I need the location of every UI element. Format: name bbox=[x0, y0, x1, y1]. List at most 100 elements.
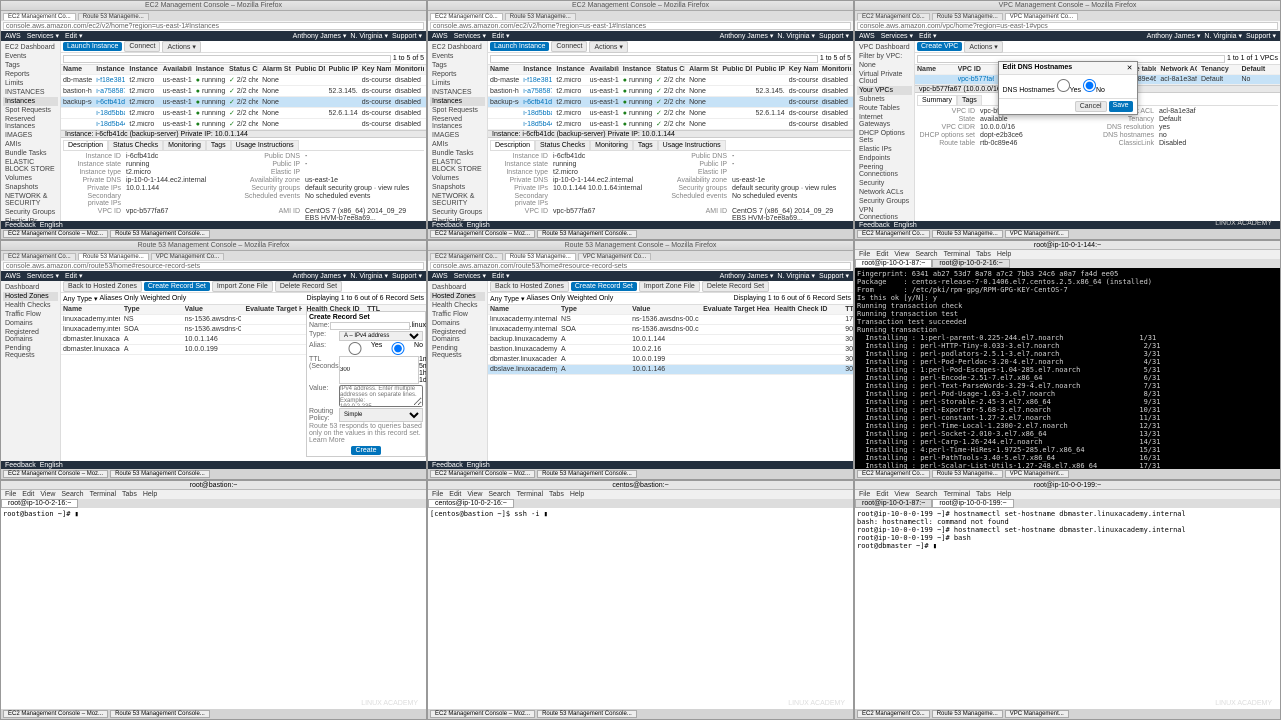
lang-menu[interactable]: English bbox=[467, 462, 490, 469]
sidebar-item[interactable]: Registered Domains bbox=[430, 328, 485, 344]
detail-tab[interactable]: Status Checks bbox=[108, 140, 163, 150]
edit-menu[interactable]: Edit ▾ bbox=[919, 32, 937, 40]
aws-logo[interactable]: AWS bbox=[432, 33, 448, 40]
term-tab-2[interactable]: root@ip-10-0-2-16:~ bbox=[932, 259, 1009, 268]
region-menu[interactable]: N. Virginia ▾ bbox=[1204, 32, 1242, 40]
import-button[interactable]: Import Zone File bbox=[639, 281, 700, 292]
sidebar-item[interactable]: Snapshots bbox=[3, 183, 58, 192]
save-button[interactable]: Save bbox=[1109, 101, 1133, 112]
taskbar-item[interactable]: EC2 Management Console – Moz... bbox=[430, 230, 535, 238]
user-menu[interactable]: Anthony James ▾ bbox=[720, 32, 774, 40]
tab-ec2[interactable]: EC2 Management Co... bbox=[3, 13, 76, 20]
sidebar-item[interactable]: Tags bbox=[3, 61, 58, 70]
url-input[interactable]: console.aws.amazon.com/route53/home#reso… bbox=[430, 262, 851, 270]
feedback-link[interactable]: Feedback bbox=[859, 222, 890, 229]
sidebar-item[interactable]: Security Groups bbox=[857, 197, 912, 206]
close-icon[interactable]: ✕ bbox=[1127, 64, 1133, 72]
taskbar-item[interactable]: Route 53 Manageme... bbox=[932, 230, 1003, 238]
alias-yes[interactable] bbox=[339, 342, 371, 355]
menu-item[interactable]: Help bbox=[997, 491, 1011, 498]
taskbar-item[interactable]: EC2 Management Console – Moz... bbox=[3, 230, 108, 238]
taskbar-item[interactable]: Route 53 Management Console... bbox=[537, 470, 637, 478]
table-row[interactable]: db-masteri-f18e381ct2.microus-east-1e● r… bbox=[61, 75, 426, 86]
sidebar-item[interactable]: Instances bbox=[3, 97, 58, 106]
support-menu[interactable]: Support ▾ bbox=[819, 32, 849, 40]
taskbar-item[interactable]: EC2 Management Console – Moz... bbox=[430, 470, 535, 478]
feedback-link[interactable]: Feedback bbox=[5, 222, 36, 229]
table-row[interactable]: i-18d5b448t2.microus-east-1c● running✓ 2… bbox=[61, 119, 426, 130]
actions-button[interactable]: Actions ▾ bbox=[589, 41, 627, 53]
aws-logo[interactable]: AWS bbox=[859, 33, 875, 40]
sidebar-item[interactable]: Peering Connections bbox=[857, 163, 912, 179]
sidebar-item[interactable]: NETWORK & SECURITY bbox=[3, 192, 58, 208]
tab-ec2[interactable]: EC2 Management Co... bbox=[430, 13, 503, 20]
menu-item[interactable]: View bbox=[894, 251, 909, 258]
taskbar-item[interactable]: EC2 Management Co... bbox=[857, 710, 930, 718]
tab-ec2[interactable]: EC2 Management Co... bbox=[430, 253, 503, 260]
dns-yes-radio[interactable] bbox=[1057, 79, 1070, 92]
sidebar-item[interactable]: Pending Requests bbox=[430, 344, 485, 360]
edit-menu[interactable]: Edit ▾ bbox=[492, 32, 510, 40]
sidebar-item[interactable]: ELASTIC BLOCK STORE bbox=[430, 158, 485, 174]
tab-r53[interactable]: Route 53 Manageme... bbox=[78, 13, 149, 20]
aws-logo[interactable]: AWS bbox=[432, 273, 448, 280]
create-record-button[interactable]: Create Record Set bbox=[144, 282, 210, 291]
menu-item[interactable]: Search bbox=[61, 491, 83, 498]
sidebar-item[interactable]: Volumes bbox=[430, 174, 485, 183]
menu-item[interactable]: Terminal bbox=[90, 491, 116, 498]
menu-item[interactable]: Help bbox=[143, 491, 157, 498]
taskbar-item[interactable]: Route 53 Management Console... bbox=[110, 230, 210, 238]
sidebar-item[interactable]: Security bbox=[857, 179, 912, 188]
detail-tab[interactable]: Monitoring bbox=[163, 140, 206, 150]
sidebar-item[interactable]: Hosted Zones bbox=[3, 292, 58, 301]
edit-menu[interactable]: Edit ▾ bbox=[65, 32, 83, 40]
table-row[interactable]: backup.linuxacademy.internal.A10.0.1.144… bbox=[488, 335, 853, 345]
services-menu[interactable]: Services ▾ bbox=[454, 272, 486, 280]
sidebar-item[interactable]: INSTANCES bbox=[3, 88, 58, 97]
user-menu[interactable]: Anthony James ▾ bbox=[720, 272, 774, 280]
term-tab-1[interactable]: root@ip-10-0-1-87:~ bbox=[855, 499, 932, 508]
support-menu[interactable]: Support ▾ bbox=[392, 32, 422, 40]
menu-item[interactable]: Edit bbox=[876, 251, 888, 258]
taskbar-item[interactable]: Route 53 Management Console... bbox=[110, 710, 210, 718]
ttl-input[interactable] bbox=[339, 356, 419, 384]
menu-item[interactable]: View bbox=[467, 491, 482, 498]
detail-tab[interactable]: Description bbox=[63, 140, 108, 150]
table-row[interactable]: backup-serveri-6cfb41dct2.microus-east-1… bbox=[61, 97, 426, 108]
sidebar-item[interactable]: Limits bbox=[430, 79, 485, 88]
detail-tab[interactable]: Tags bbox=[206, 140, 231, 150]
region-menu[interactable]: N. Virginia ▾ bbox=[777, 32, 815, 40]
sidebar-item[interactable]: Virtual Private Cloud bbox=[857, 70, 912, 86]
lang-menu[interactable]: English bbox=[40, 462, 63, 469]
sidebar-item[interactable]: DHCP Options Sets bbox=[857, 129, 912, 145]
sidebar-item[interactable]: Traffic Flow bbox=[3, 310, 58, 319]
tab-vpc[interactable]: VPC Management Co... bbox=[1005, 13, 1078, 20]
table-row[interactable]: linuxacademy.internal.NSns-1536.awsdns-0… bbox=[488, 315, 853, 325]
sidebar-item[interactable]: Reports bbox=[3, 70, 58, 79]
taskbar-item[interactable]: Route 53 Management Console... bbox=[110, 470, 210, 478]
menu-item[interactable]: Terminal bbox=[944, 491, 970, 498]
ttl-presets[interactable]: 1m 5m 1h 1d bbox=[419, 356, 426, 384]
type-select[interactable]: A – IPv4 address bbox=[339, 331, 423, 341]
aws-logo[interactable]: AWS bbox=[5, 33, 21, 40]
term-tab-2[interactable]: root@ip-10-0-0-199:~ bbox=[932, 499, 1013, 508]
sidebar-item[interactable]: Bundle Tasks bbox=[3, 149, 58, 158]
feedback-link[interactable]: Feedback bbox=[432, 222, 463, 229]
sidebar-item[interactable]: Subnets bbox=[857, 95, 912, 104]
menu-item[interactable]: Tabs bbox=[122, 491, 137, 498]
menu-item[interactable]: View bbox=[894, 491, 909, 498]
menu-item[interactable]: Edit bbox=[449, 491, 461, 498]
detail-tab[interactable]: Summary bbox=[917, 95, 957, 105]
sidebar-item[interactable]: Security Groups bbox=[3, 208, 58, 217]
menu-item[interactable]: Help bbox=[570, 491, 584, 498]
sidebar-item[interactable]: Filter by VPC: bbox=[857, 52, 912, 61]
taskbar-item[interactable]: Route 53 Manageme... bbox=[932, 710, 1003, 718]
sidebar-item[interactable]: Traffic Flow bbox=[430, 310, 485, 319]
table-row[interactable]: dbslave.linuxacademy.internal.A10.0.1.14… bbox=[488, 365, 853, 375]
feedback-link[interactable]: Feedback bbox=[432, 462, 463, 469]
dns-no-radio[interactable] bbox=[1083, 79, 1096, 92]
terminal[interactable]: Fingerprint: 6341 ab27 53d7 8a78 a7c2 7b… bbox=[855, 268, 1280, 469]
sidebar-item[interactable]: Internet Gateways bbox=[857, 113, 912, 129]
sidebar-item[interactable]: Registered Domains bbox=[3, 328, 58, 344]
sidebar-item[interactable]: Dashboard bbox=[3, 283, 58, 292]
